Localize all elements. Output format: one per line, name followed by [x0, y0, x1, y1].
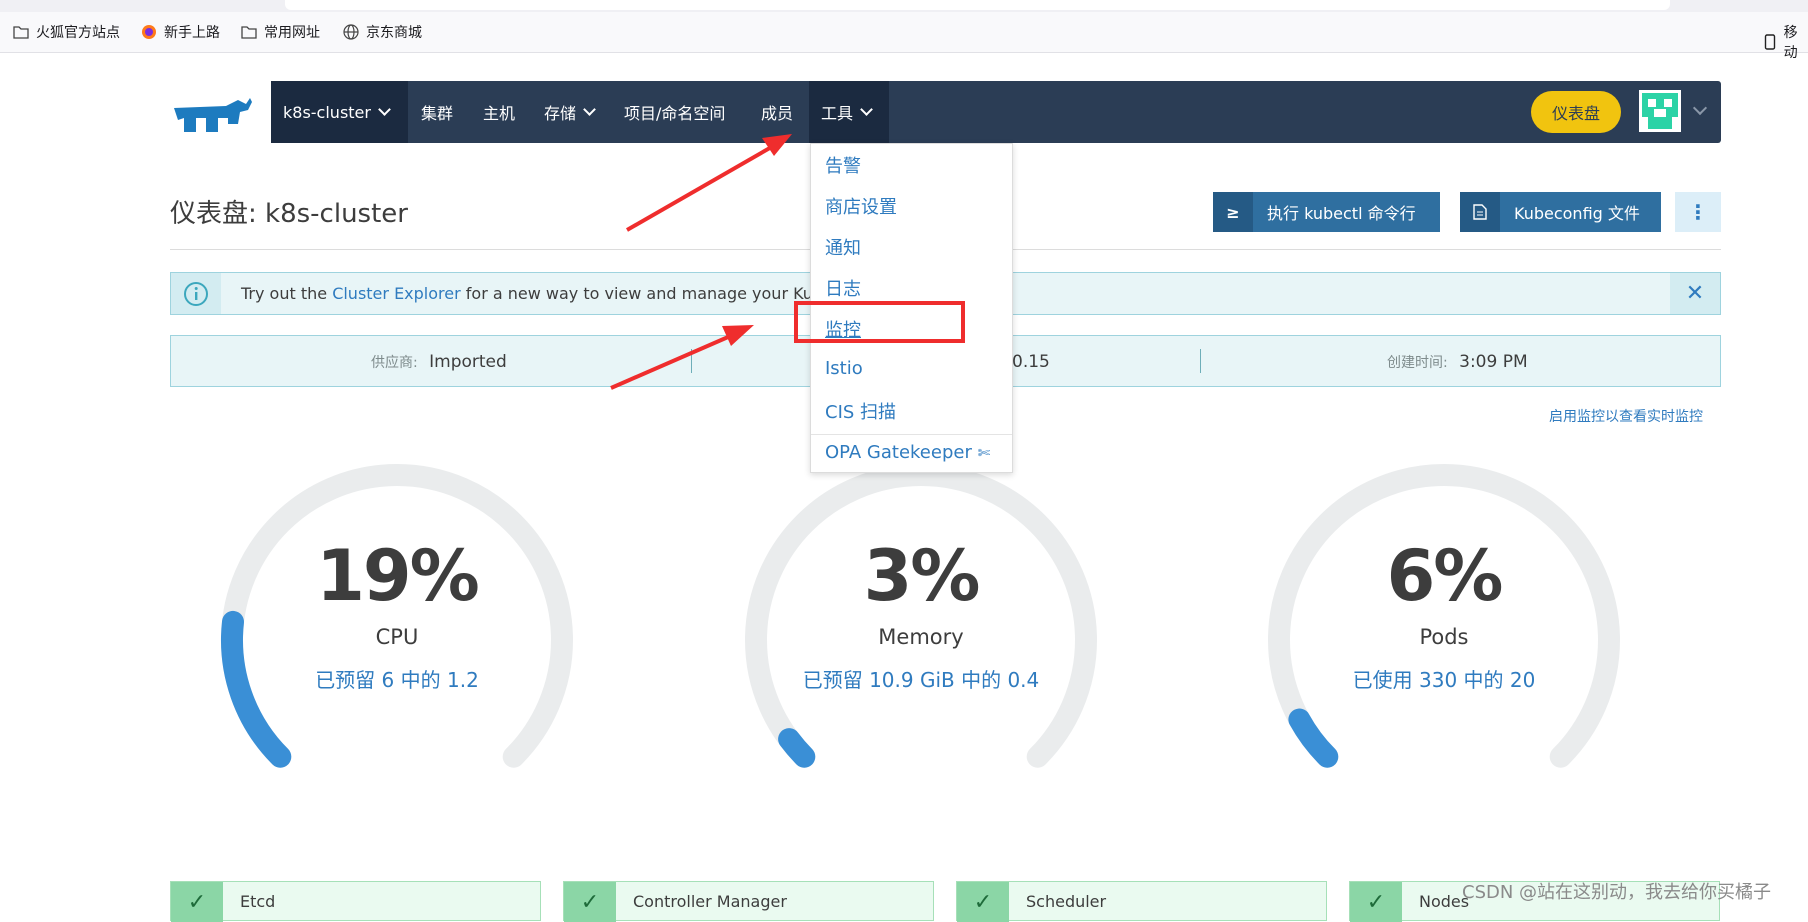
annotation-arrows [610, 134, 792, 390]
red-arrow-icon [626, 134, 792, 232]
csdn-watermark: CSDN @站在这别动，我去给你买橘子 [1462, 882, 1772, 903]
red-arrow-icon [610, 325, 754, 390]
